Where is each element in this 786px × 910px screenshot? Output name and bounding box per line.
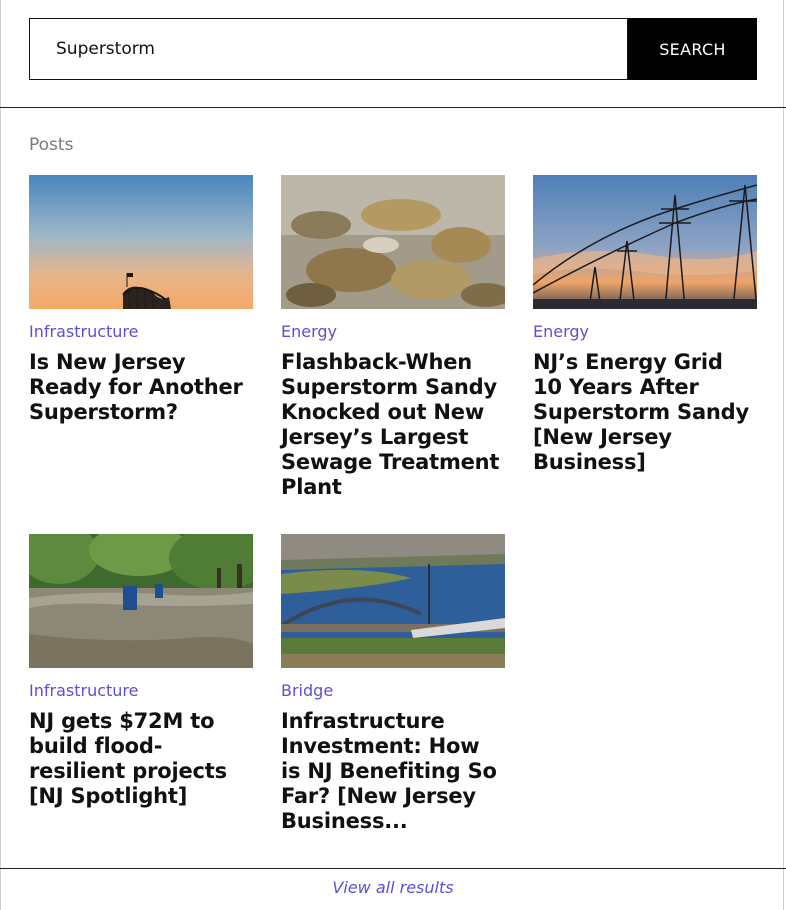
post-category[interactable]: Infrastructure (29, 681, 253, 701)
post-title[interactable]: Infrastructure Investment: How is NJ Ben… (281, 709, 505, 834)
post-card[interactable]: Infrastructure Is New Jersey Ready for A… (29, 175, 253, 425)
flooded-park-image (29, 534, 253, 668)
post-category[interactable]: Infrastructure (29, 322, 253, 342)
search-bar: SEARCH (29, 18, 757, 80)
search-input[interactable] (29, 18, 628, 80)
sewage-water-image (281, 175, 505, 309)
post-category[interactable]: Energy (533, 322, 757, 342)
power-lines-sunset-image (533, 175, 757, 309)
section-label-posts: Posts (29, 135, 74, 155)
post-category[interactable]: Energy (281, 322, 505, 342)
post-card[interactable]: Bridge Infrastructure Investment: How is… (281, 534, 505, 834)
rail-bridge-aerial-image (281, 534, 505, 668)
bottom-divider (0, 868, 786, 869)
post-category[interactable]: Bridge (281, 681, 505, 701)
search-button[interactable]: SEARCH (628, 18, 757, 80)
post-title[interactable]: NJ gets $72M to build flood-resilient pr… (29, 709, 253, 809)
post-card[interactable]: Energy Flashback-When Superstorm Sandy K… (281, 175, 505, 500)
roller-coaster-sunset-image (29, 175, 253, 309)
post-title[interactable]: NJ’s Energy Grid 10 Years After Supersto… (533, 350, 757, 475)
view-all-results-link[interactable]: View all results (0, 878, 786, 897)
post-card[interactable]: Infrastructure NJ gets $72M to build flo… (29, 534, 253, 809)
top-divider (0, 107, 786, 108)
post-title[interactable]: Is New Jersey Ready for Another Supersto… (29, 350, 253, 425)
post-card[interactable]: Energy NJ’s Energy Grid 10 Years After S… (533, 175, 757, 475)
post-title[interactable]: Flashback-When Superstorm Sandy Knocked … (281, 350, 505, 500)
